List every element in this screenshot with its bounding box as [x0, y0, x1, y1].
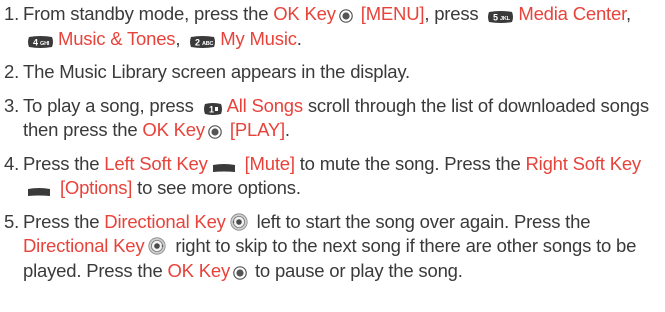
my-music-label: My Music	[220, 27, 297, 49]
svg-text:GHI: GHI	[40, 41, 50, 47]
step-number: 2.	[4, 61, 20, 82]
ok-key-label: OK Key	[142, 119, 205, 140]
step-number: 5.	[4, 210, 20, 232]
ok-key-icon	[338, 9, 353, 23]
menu-label: [MENU]	[360, 3, 425, 24]
step-5: 5. Press the Directional Key left to sta…	[0, 210, 665, 284]
steps-list: 1. From standby mode, press the OK Key […	[0, 0, 665, 283]
step-text: Press the	[23, 210, 105, 232]
1-key-icon: 1	[203, 102, 223, 115]
step-text: ,	[175, 27, 186, 49]
4-ghi-key-icon: 4 GHI	[27, 35, 54, 48]
step-text: to mute the song. Press the	[294, 152, 526, 174]
directional-key-icon	[230, 212, 248, 231]
5-jkl-key-icon: 5 JKL	[487, 11, 514, 23]
right-soft-key-label: Right Soft Key	[525, 152, 642, 174]
step-number: 3.	[4, 94, 20, 116]
step-number: 4.	[4, 152, 20, 174]
step-number: 1.	[4, 3, 20, 24]
directional-key-label: Directional Key	[104, 210, 226, 232]
media-center-label: Media Center	[518, 3, 627, 24]
ok-key-label: OK Key	[273, 3, 336, 24]
left-soft-key-label: Left Soft Key	[104, 152, 208, 174]
step-2: 2. The Music Library screen appears in t…	[0, 60, 665, 85]
svg-text:JKL: JKL	[500, 16, 511, 22]
step-text: .	[296, 27, 302, 49]
svg-text:1: 1	[209, 104, 214, 114]
mute-label: [Mute]	[244, 152, 295, 174]
step-text: To play a song, press	[23, 94, 199, 116]
step-1: 1. From standby mode, press the OK Key […	[0, 2, 665, 51]
svg-text:5: 5	[493, 13, 498, 23]
directional-key-label: Directional Key	[23, 235, 145, 256]
step-text: Press the	[23, 152, 105, 174]
play-label: [PLAY]	[229, 119, 285, 140]
ok-key-icon	[208, 125, 222, 139]
step-text: .	[284, 119, 290, 140]
ok-key-label: OK Key	[167, 259, 231, 281]
directional-key-icon	[148, 237, 167, 255]
2-abc-key-icon: 2 ABC	[189, 35, 216, 48]
svg-text:4: 4	[33, 37, 38, 47]
left-soft-key-icon	[212, 163, 236, 173]
step-text: to pause or play the song.	[250, 259, 463, 281]
svg-text:ABC: ABC	[202, 41, 214, 47]
step-3: 3. To play a song, press 1 All Songs scro…	[0, 94, 665, 143]
music-tones-label: Music & Tones	[58, 27, 176, 49]
right-soft-key-icon	[27, 187, 51, 197]
step-text: From standby mode, press the	[23, 3, 274, 24]
step-text: to see more options.	[132, 177, 301, 198]
svg-text:2: 2	[195, 37, 200, 47]
instruction-document: 1. From standby mode, press the OK Key […	[0, 0, 665, 312]
step-text: ,	[626, 3, 631, 24]
step-text: left to start the song over again. Press…	[251, 210, 591, 232]
ok-key-icon	[233, 265, 247, 280]
step-text: The Music Library screen appears in the …	[23, 61, 410, 82]
step-4: 4. Press the Left Soft Key [Mute] to mut…	[0, 152, 665, 201]
step-text: , press	[424, 3, 484, 24]
all-songs-label: All Songs	[226, 94, 304, 116]
options-label: [Options]	[59, 177, 133, 198]
